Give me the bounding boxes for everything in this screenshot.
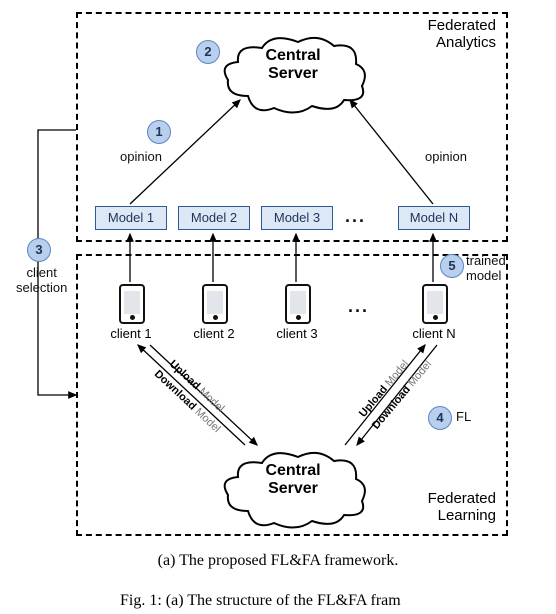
- step-2: 2: [196, 40, 220, 64]
- fa-label-l1: Federated: [428, 17, 496, 34]
- phone-icon: [422, 284, 448, 324]
- step-3: 3: [27, 238, 51, 262]
- phone-icon: [285, 284, 311, 324]
- model-box-2: Model 2: [178, 206, 250, 230]
- caption-a: (a) The proposed FL&FA framework.: [0, 552, 556, 570]
- phone-icon: [119, 284, 145, 324]
- step-4: 4: [428, 406, 452, 430]
- trained-model-label: trained model: [466, 254, 506, 284]
- cloud-bottom-l1: Central: [265, 462, 320, 479]
- model-dots: ...: [345, 206, 366, 227]
- fl-label-l2: Learning: [438, 507, 496, 524]
- client-label: client N: [409, 326, 459, 341]
- model-box-3: Model 3: [261, 206, 333, 230]
- fa-box-label: Federated Analytics: [428, 18, 496, 51]
- central-server-top: Central Server: [218, 25, 368, 127]
- opinion-left: opinion: [120, 150, 162, 165]
- fl-label: FL: [456, 410, 471, 425]
- cloud-top-l1: Central: [265, 47, 320, 64]
- fa-label-l2: Analytics: [436, 34, 496, 51]
- fl-label-l1: Federated: [428, 490, 496, 507]
- phone-icon: [202, 284, 228, 324]
- cloud-top-l2: Server: [268, 65, 318, 82]
- central-server-bottom: Central Server: [218, 440, 368, 542]
- model-box-1: Model 1: [95, 206, 167, 230]
- fl-box-label: Federated Learning: [428, 491, 496, 524]
- step-1: 1: [147, 120, 171, 144]
- client-label: client 2: [189, 326, 239, 341]
- opinion-right: opinion: [425, 150, 467, 165]
- client-selection-label: client selection: [16, 266, 67, 296]
- step-5: 5: [440, 254, 464, 278]
- cloud-bottom-l2: Server: [268, 480, 318, 497]
- figure-caption: Fig. 1: (a) The structure of the FL&FA f…: [120, 592, 401, 610]
- model-box-n: Model N: [398, 206, 470, 230]
- client-label: client 1: [106, 326, 156, 341]
- client-label: client 3: [272, 326, 322, 341]
- client-dots: ...: [348, 296, 369, 317]
